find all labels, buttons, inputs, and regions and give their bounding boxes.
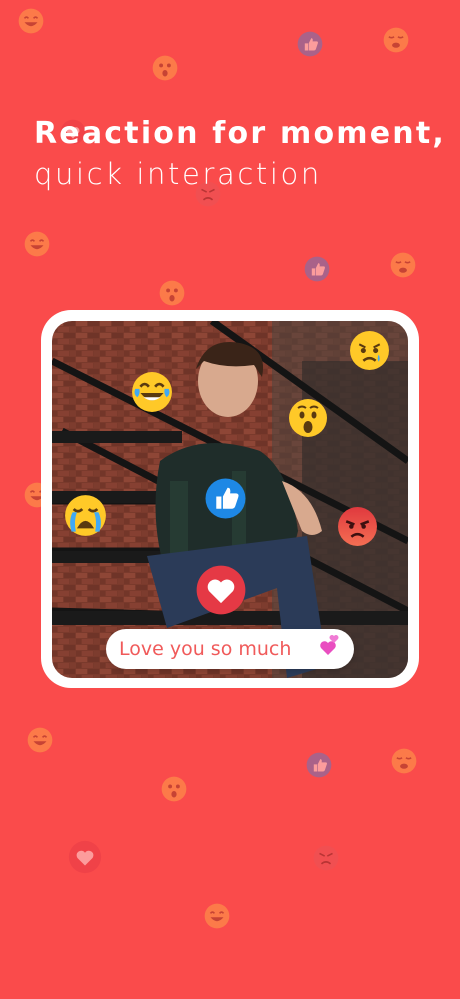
background-cry-icon (391, 748, 417, 774)
headline-line-1: Reaction for moment, (34, 116, 446, 151)
background-cry-icon (390, 252, 416, 278)
message-text: Love you so much (119, 638, 292, 660)
background-angry-icon (313, 845, 339, 871)
sad-icon (349, 330, 390, 371)
headline: Reaction for moment, quick interaction (34, 114, 446, 194)
background-cry-icon (383, 27, 409, 53)
cry-icon (64, 494, 107, 537)
background-surprised-icon (152, 55, 178, 81)
surprised-icon (288, 398, 328, 438)
message-chip: Love you so much (106, 629, 354, 669)
background-surprised-icon (161, 776, 187, 802)
background-heart-icon (68, 840, 102, 874)
background-surprised-icon (159, 280, 185, 306)
like-icon[interactable] (205, 478, 246, 519)
headline-line-2: quick interaction (34, 157, 322, 191)
background-laugh-icon (204, 903, 230, 929)
background-like-icon (304, 256, 330, 282)
background-like-icon (297, 31, 323, 57)
background-laugh-icon (27, 727, 53, 753)
two-hearts-icon (312, 631, 342, 661)
angry-icon (337, 506, 378, 547)
heart-icon[interactable] (196, 565, 246, 615)
background-laugh-icon (24, 231, 50, 257)
background-like-icon (306, 752, 332, 778)
background-laugh-icon (18, 8, 44, 34)
laugh-icon (131, 371, 173, 413)
